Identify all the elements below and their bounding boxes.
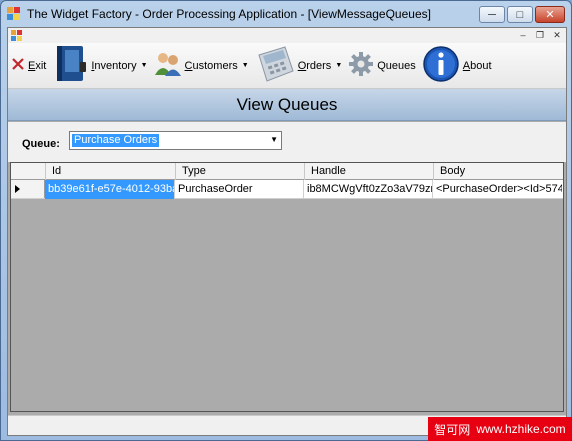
exit-button[interactable]: Exit [8, 46, 49, 86]
customers-menu[interactable]: Customers ▼ [151, 46, 252, 86]
mdi-menu-bar: – ❐ ✕ [8, 28, 566, 43]
inventory-label: nventory [94, 59, 137, 72]
about-button[interactable]: About [419, 46, 495, 86]
messages-grid[interactable]: Id Type Handle Body bb39e61f-e57e-4012-9… [10, 162, 564, 412]
customers-label: ustomers [192, 59, 238, 72]
watermark-cn-text: 智可网 [434, 422, 471, 437]
column-header-body[interactable]: Body [434, 163, 563, 180]
maximize-button[interactable]: □ [507, 6, 533, 23]
column-header-handle[interactable]: Handle [305, 163, 434, 180]
app-icon[interactable] [7, 7, 21, 21]
app-window: The Widget Factory - Order Processing Ap… [0, 0, 572, 441]
queues-label: Queues [377, 59, 416, 72]
customers-mnemonic: C [184, 59, 193, 72]
queue-dropdown[interactable]: Purchase Orders ▼ [69, 131, 282, 150]
cell-handle[interactable]: ib8MCWgVft0zZo3aV79zny... [304, 180, 433, 199]
cell-id[interactable]: bb39e61f-e57e-4012-93ba-f... [45, 180, 175, 199]
chevron-down-icon[interactable]: ▼ [270, 135, 278, 144]
row-header-corner[interactable] [11, 163, 46, 180]
gear-icon [348, 51, 374, 80]
exit-label: xit [35, 59, 47, 72]
chevron-down-icon: ▼ [241, 62, 249, 69]
close-button[interactable]: ✕ [535, 6, 565, 23]
info-icon [422, 45, 460, 86]
cell-type[interactable]: PurchaseOrder [175, 180, 304, 199]
orders-label: rders [306, 59, 332, 72]
grid-header: Id Type Handle Body [11, 163, 563, 180]
people-icon [154, 51, 182, 80]
about-label: bout [470, 59, 492, 72]
row-header[interactable] [11, 180, 45, 198]
queues-button[interactable]: Queues [345, 46, 419, 86]
exit-icon [11, 57, 25, 74]
mdi-minimize-button[interactable]: – [516, 29, 530, 41]
mdi-child-icon[interactable] [11, 30, 23, 41]
title-bar[interactable]: The Widget Factory - Order Processing Ap… [1, 1, 571, 27]
chevron-down-icon: ▼ [140, 62, 148, 69]
column-header-type[interactable]: Type [176, 163, 305, 180]
queue-label: Queue: [22, 138, 60, 150]
cell-body[interactable]: <PurchaseOrder><Id>574f5... [433, 180, 562, 199]
column-header-id[interactable]: Id [46, 163, 176, 180]
mdi-client: – ❐ ✕ Exit Inventory ▼ Customers ▼ Order… [7, 27, 567, 436]
calculator-icon [255, 45, 295, 86]
orders-mnemonic: O [297, 59, 307, 72]
row-pointer-icon [15, 185, 20, 193]
watermark-url-text: www.hzhike.com [476, 422, 566, 436]
window-title: The Widget Factory - Order Processing Ap… [27, 7, 431, 21]
book-icon [52, 44, 88, 87]
minimize-button[interactable]: ─ [479, 6, 505, 23]
page-title: View Queues [236, 94, 338, 114]
inventory-menu[interactable]: Inventory ▼ [49, 46, 150, 86]
queue-selected-value: Purchase Orders [72, 134, 160, 147]
mdi-close-button[interactable]: ✕ [550, 29, 564, 41]
page-header: View Queues [8, 89, 566, 121]
mdi-restore-button[interactable]: ❐ [533, 29, 547, 41]
site-watermark: 智可网 www.hzhike.com [428, 417, 572, 441]
queue-selector-panel: Queue: Purchase Orders ▼ [8, 122, 566, 162]
table-row[interactable]: bb39e61f-e57e-4012-93ba-f... PurchaseOrd… [11, 180, 563, 199]
toolbar: Exit Inventory ▼ Customers ▼ Orders ▼ Qu… [8, 43, 566, 89]
chevron-down-icon: ▼ [335, 62, 343, 69]
orders-menu[interactable]: Orders ▼ [252, 46, 346, 86]
